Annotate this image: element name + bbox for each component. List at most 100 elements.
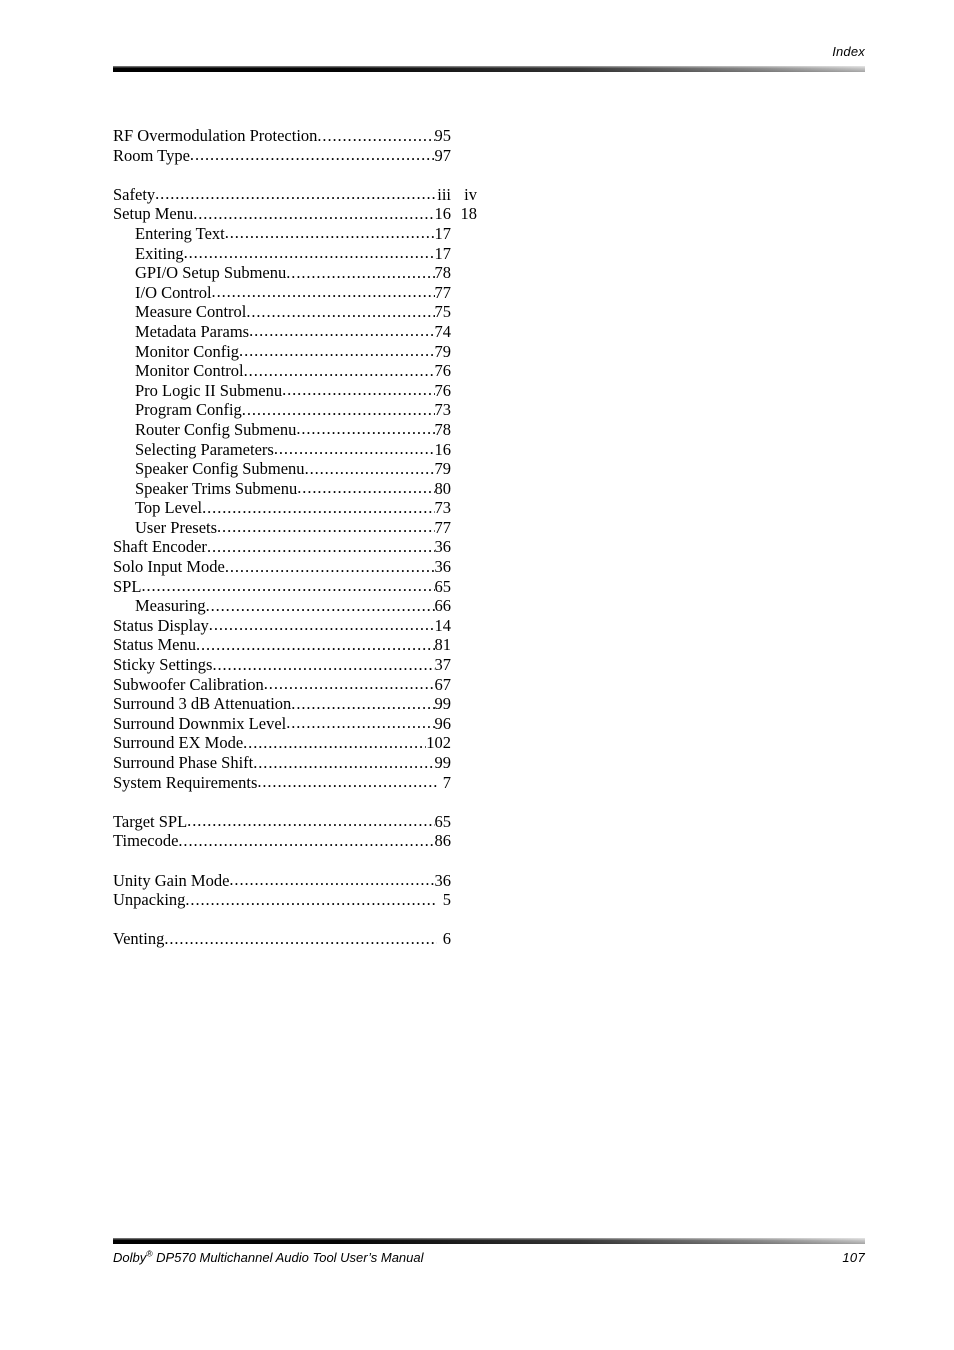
index-entry-pages: 76	[435, 361, 478, 381]
index-entry-pages: 73	[435, 498, 478, 518]
index-entry[interactable]: Surround EX Mode........................…	[113, 733, 477, 753]
index-page-ref: 5	[442, 890, 451, 910]
footer-manual-title: Dolby® DP570 Multichannel Audio Tool Use…	[113, 1249, 424, 1266]
index-entry-title: Surround Downmix Level	[113, 713, 287, 733]
dot-leader: ........................................…	[304, 458, 435, 478]
index-column: RF Overmodulation Protection............…	[113, 126, 477, 949]
index-entry[interactable]: Subwoofer Calibration...................…	[113, 674, 477, 695]
index-entry-pages: 77	[435, 283, 478, 303]
index-entry[interactable]: Sticky Settings.........................…	[113, 655, 477, 675]
index-entry-pages: 6	[437, 929, 477, 949]
index-page-ref: 102	[426, 733, 451, 753]
dot-leader: ........................................…	[183, 243, 435, 263]
index-entry[interactable]: Timecode................................…	[113, 831, 477, 851]
index-entry-title: Surround Phase Shift	[113, 753, 254, 772]
index-entry-pages: 75	[435, 302, 478, 322]
index-entry-title: Speaker Trims Submenu	[135, 478, 298, 498]
index-entry[interactable]: Measuring...............................…	[113, 596, 477, 616]
index-entry[interactable]: Room Type...............................…	[113, 145, 478, 166]
dot-leader: ........................................…	[185, 889, 437, 909]
dot-leader: ........................................…	[208, 615, 435, 635]
index-entry[interactable]: Router Config Submenu...................…	[113, 419, 477, 440]
dot-leader: ........................................…	[212, 654, 434, 674]
index-entry[interactable]: Venting.................................…	[113, 929, 477, 949]
index-entry[interactable]: I/O Control.............................…	[113, 282, 478, 303]
dot-leader: ........................................…	[224, 556, 435, 576]
index-entry-pages: 14	[435, 616, 478, 636]
index-page-ref: 77	[434, 282, 452, 302]
page-footer: Dolby® DP570 Multichannel Audio Tool Use…	[113, 1232, 865, 1266]
index-entry-pages: 36	[435, 871, 478, 891]
index-entry[interactable]: Speaker Trims Submenu...................…	[113, 478, 477, 499]
dot-leader: ........................................…	[253, 752, 435, 772]
index-page-ref: 96	[434, 713, 452, 733]
index-entry[interactable]: Solo Input Mode.........................…	[113, 557, 477, 577]
index-entry[interactable]: Status Menu.............................…	[113, 635, 477, 655]
index-entry-title: Speaker Config Submenu	[135, 459, 305, 479]
index-entry[interactable]: Unpacking...............................…	[113, 890, 477, 910]
index-entry-title: Target SPL	[113, 811, 188, 831]
index-entry[interactable]: Monitor Control.........................…	[113, 361, 477, 381]
index-entry-title: SPL	[113, 576, 142, 596]
index-entry[interactable]: Selecting Parameters....................…	[113, 439, 478, 460]
index-entry-pages: 16 18	[435, 204, 478, 224]
dot-leader: ........................................…	[187, 811, 434, 831]
index-entry-title: Entering Text	[135, 223, 225, 243]
index-page-ref: 6	[442, 929, 451, 949]
dot-leader: ........................................…	[243, 732, 427, 752]
index-entry-pages: 65	[435, 812, 478, 832]
dot-leader: ........................................…	[243, 360, 435, 380]
index-entry[interactable]: Metadata Params.........................…	[113, 321, 477, 342]
dot-leader: ........................................…	[202, 497, 434, 517]
index-entry[interactable]: Exiting.................................…	[113, 243, 477, 264]
index-entry[interactable]: Target SPL..............................…	[113, 811, 478, 832]
index-entry-pages: 99	[435, 753, 478, 773]
index-entry-pages: 16	[435, 440, 478, 460]
index-entry[interactable]: Shaft Encoder...........................…	[113, 537, 477, 557]
index-entry[interactable]: Measure Control.........................…	[113, 302, 477, 322]
index-page-ref: 81	[434, 635, 452, 655]
index-entry-title: Metadata Params	[135, 321, 250, 341]
header-rule-highlight	[113, 66, 865, 72]
index-entry[interactable]: User Presets............................…	[113, 517, 477, 538]
index-page-ref: 79	[434, 459, 452, 479]
index-group: RF Overmodulation Protection............…	[113, 126, 477, 165]
dot-leader: ........................................…	[211, 282, 435, 302]
page-header: Index	[113, 44, 865, 72]
dot-leader: ........................................…	[217, 517, 434, 537]
index-entry[interactable]: GPI/O Setup Submenu.....................…	[113, 263, 477, 283]
index-page-ref: 17	[434, 223, 452, 243]
index-entry-title: System Requirements	[113, 772, 258, 792]
index-entry-pages: 37	[435, 655, 478, 675]
index-entry-pages: 36	[435, 557, 478, 577]
index-entry-title: Program Config	[135, 400, 242, 420]
index-entry-title: Monitor Config	[135, 341, 240, 361]
index-entry[interactable]: SPL.....................................…	[113, 576, 477, 597]
index-entry-pages: 73	[435, 400, 478, 420]
index-entry[interactable]: Top Level...............................…	[113, 498, 477, 518]
index-entry-title: Setup Menu	[113, 204, 194, 224]
index-entry[interactable]: Setup Menu..............................…	[113, 204, 477, 224]
index-entry[interactable]: Surround Phase Shift....................…	[113, 753, 477, 773]
footer-row: Dolby® DP570 Multichannel Audio Tool Use…	[113, 1249, 865, 1266]
index-entry-title: Pro Logic II Submenu	[135, 380, 283, 400]
index-entry[interactable]: Pro Logic II Submenu....................…	[113, 380, 477, 401]
index-entry[interactable]: Program Config..........................…	[113, 400, 477, 420]
index-entry[interactable]: Unity Gain Mode.........................…	[113, 870, 478, 891]
index-page-ref: 67	[434, 674, 452, 694]
index-entry-pages: 97	[435, 146, 478, 166]
index-page-ref: 36	[434, 870, 452, 890]
dot-leader: ........................................…	[273, 439, 435, 458]
index-entry[interactable]: RF Overmodulation Protection............…	[113, 126, 477, 146]
footer-page-number: 107	[842, 1250, 865, 1265]
index-page-ref: 75	[434, 302, 452, 322]
index-entry[interactable]: Safety..................................…	[113, 184, 477, 205]
index-entry[interactable]: Surround 3 dB Attenuation...............…	[113, 694, 477, 714]
index-entry[interactable]: Entering Text...........................…	[113, 223, 477, 244]
index-entry[interactable]: Monitor Config..........................…	[113, 341, 477, 362]
index-entry[interactable]: Speaker Config Submenu..................…	[113, 459, 477, 479]
index-entry[interactable]: System Requirements.....................…	[113, 772, 477, 793]
index-entry[interactable]: Surround Downmix Level..................…	[113, 713, 477, 734]
header-section-label: Index	[832, 44, 865, 59]
index-entry[interactable]: Status Display..........................…	[113, 615, 478, 636]
